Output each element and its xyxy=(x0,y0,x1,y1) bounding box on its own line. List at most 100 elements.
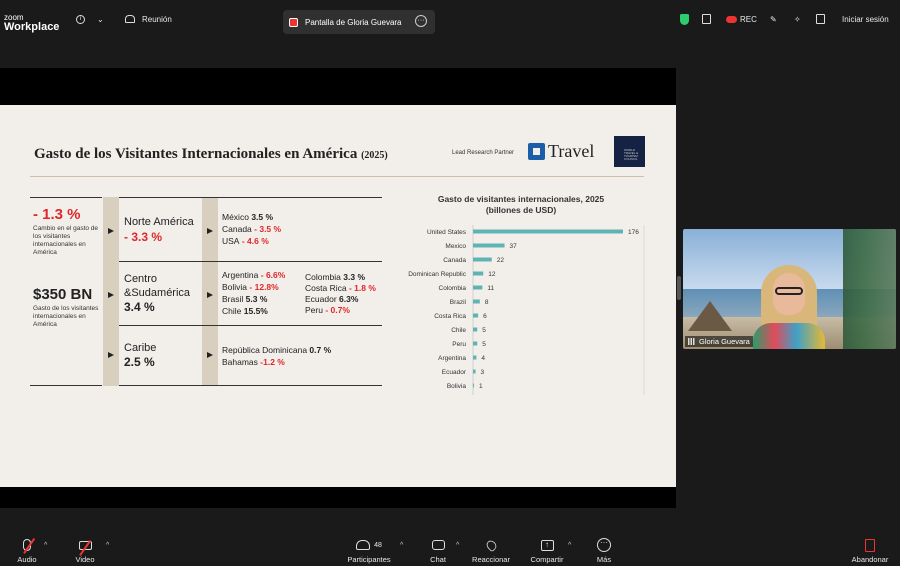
row-divider xyxy=(119,325,382,326)
people-icon xyxy=(125,15,135,23)
more-button[interactable]: ··· Más xyxy=(594,538,614,564)
resize-handle[interactable] xyxy=(677,276,681,300)
divider xyxy=(30,176,644,177)
chart-category-label: Mexico xyxy=(445,243,466,250)
slide-title: Gasto de los Visitantes Internacionales … xyxy=(34,146,388,162)
chat-button[interactable]: Chat xyxy=(428,538,448,564)
chart-bar xyxy=(473,243,505,248)
chart-category-label: Brazil xyxy=(450,299,467,306)
participant-video-tile[interactable]: Gloria Guevara xyxy=(683,229,896,349)
country-stat: México 3.5 % xyxy=(222,212,274,222)
country-stat: Ecuador 6.3% xyxy=(305,294,359,304)
audio-options-caret[interactable]: ^ xyxy=(44,542,47,549)
more-options-icon[interactable]: ··· xyxy=(415,15,427,27)
audio-button[interactable]: Audio xyxy=(12,538,42,564)
signal-bars-icon xyxy=(688,338,696,345)
wttc-logo: WORLD TRAVEL & TOURISM COUNCIL xyxy=(614,136,645,167)
partner-label: Lead Research Partner xyxy=(452,150,515,156)
chart-bar xyxy=(473,341,478,346)
sign-in-button[interactable]: Iniciar sesión xyxy=(842,0,889,38)
change-description: Cambio en el gasto de los visitantes int… xyxy=(33,225,99,256)
react-heart-icon xyxy=(484,538,498,552)
arrow-icon xyxy=(108,228,114,234)
chart-value-label: 1 xyxy=(479,383,483,390)
video-button[interactable]: Video xyxy=(72,538,98,564)
chat-options-caret[interactable]: ^ xyxy=(456,542,459,549)
leave-icon xyxy=(865,538,875,552)
country-stat: USA - 4.6 % xyxy=(222,236,269,246)
participants-options-caret[interactable]: ^ xyxy=(400,542,403,549)
participant-name-tag: Gloria Guevara xyxy=(685,336,753,347)
video-options-caret[interactable]: ^ xyxy=(106,542,109,549)
country-stat: Chile 15.5% xyxy=(222,306,268,316)
country-stat: Bolivia - 12.8% xyxy=(222,282,279,292)
participants-icon xyxy=(356,540,371,550)
top-bar: zoom Workplace i ⌄ Reunión Pantalla de G… xyxy=(0,0,900,38)
chart-category-label: Peru xyxy=(452,341,466,348)
chart-value-label: 11 xyxy=(487,285,494,292)
chart-value-label: 176 xyxy=(628,229,639,236)
chart-title: Gasto de visitantes internacionales, 202… xyxy=(437,194,605,215)
chart-value-label: 3 xyxy=(481,369,485,376)
chart-bar xyxy=(473,299,480,304)
total-value: $350 BN xyxy=(33,286,93,303)
chart-category-label: Colombia xyxy=(439,285,467,292)
leave-button[interactable]: Abandonar xyxy=(850,538,890,564)
annotate-icon[interactable]: ✎ xyxy=(770,0,777,38)
share-screen-icon: ↑ xyxy=(540,539,554,551)
bottom-toolbar: Audio ^ Video ^ 48 Participantes ^ Chat … xyxy=(0,534,900,566)
info-icon[interactable]: i xyxy=(76,0,85,38)
region-name: Caribe xyxy=(124,342,157,354)
chart-bar xyxy=(473,271,484,276)
chart-category-label: Dominican Republic xyxy=(408,271,467,278)
exit-icon[interactable] xyxy=(816,0,825,38)
chart-value-label: 6 xyxy=(483,313,487,320)
chart-bar xyxy=(473,369,476,374)
chart-bar xyxy=(473,327,478,332)
region-value: 2.5 % xyxy=(124,355,155,369)
total-description: Gasto de los visitantes internacionales … xyxy=(33,305,99,328)
country-stat: Brasil 5.3 % xyxy=(222,294,268,304)
screen-share-tab[interactable]: Pantalla de Gloria Guevara ··· xyxy=(283,10,435,34)
chart-bar xyxy=(473,313,479,318)
chart-bar xyxy=(473,257,492,262)
chat-icon xyxy=(431,540,445,550)
country-stat: Colombia 3.3 % xyxy=(305,272,366,282)
country-stat: República Dominicana 0.7 % xyxy=(222,345,332,355)
chart-category-label: Bolivia xyxy=(447,383,467,390)
notes-icon[interactable] xyxy=(702,0,711,38)
chart-category-label: Argentina xyxy=(438,355,466,362)
chart-value-label: 12 xyxy=(488,271,496,278)
security-shield-icon[interactable] xyxy=(680,0,689,38)
meeting-button[interactable]: Reunión xyxy=(125,0,172,38)
chart-value-label: 22 xyxy=(497,257,505,264)
country-stat: Bahamas -1.2 % xyxy=(222,357,285,367)
chart-value-label: 5 xyxy=(482,341,486,348)
chart-value-label: 8 xyxy=(485,299,489,306)
share-button[interactable]: ↑ Compartir xyxy=(530,538,564,564)
chase-travel-logo: Travel xyxy=(528,141,594,162)
arrow-icon xyxy=(207,352,213,358)
region-name: Centro &Sudamérica xyxy=(124,273,191,299)
record-button[interactable]: REC xyxy=(726,0,757,38)
region-name: Norte América xyxy=(124,216,194,228)
row-divider xyxy=(119,197,382,198)
react-button[interactable]: Reaccionar xyxy=(472,538,510,564)
screen-share-icon xyxy=(289,17,298,27)
summary-column: - 1.3 % Cambio en el gasto de los visita… xyxy=(30,197,102,386)
chart-bar xyxy=(473,383,474,388)
participants-button[interactable]: 48 Participantes xyxy=(346,538,392,564)
country-stat: Peru - 0.7% xyxy=(305,305,350,315)
chevron-down-icon[interactable]: ⌄ xyxy=(97,0,104,38)
chart-category-label: United States xyxy=(427,229,467,236)
camera-off-icon xyxy=(78,540,92,550)
share-options-caret[interactable]: ^ xyxy=(568,542,571,549)
ai-companion-icon[interactable]: ✧ xyxy=(794,0,801,38)
region-value: - 3.3 % xyxy=(124,230,163,244)
country-stat: Argentina - 6.6% xyxy=(222,270,286,280)
arrow-icon xyxy=(207,292,213,298)
chart-category-label: Costa Rica xyxy=(434,313,466,320)
more-icon: ··· xyxy=(597,538,611,552)
chart-category-label: Chile xyxy=(451,327,466,334)
arrow-icon xyxy=(108,352,114,358)
